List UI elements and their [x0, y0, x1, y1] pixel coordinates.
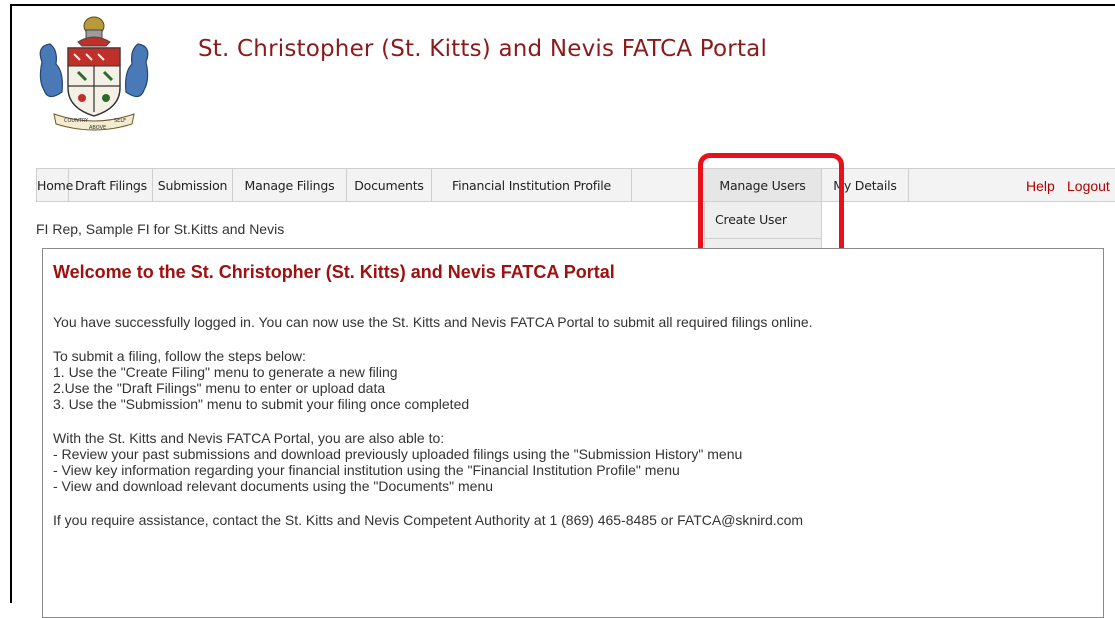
dropdown-create-user[interactable]: Create User	[705, 202, 821, 238]
welcome-intro: You have successfully logged in. You can…	[53, 314, 813, 330]
feature-item: - View and download relevant documents u…	[53, 478, 494, 494]
page-frame: COUNTRY ABOVE SELF St. Christopher (St. …	[10, 4, 1115, 618]
menu-draft-filings[interactable]: Draft Filings	[70, 169, 153, 201]
steps-heading: To submit a filing, follow the steps bel…	[53, 348, 306, 364]
welcome-body: You have successfully logged in. You can…	[53, 314, 1093, 528]
step-item: 1. Use the "Create Filing" menu to gener…	[53, 364, 398, 380]
features-heading: With the St. Kitts and Nevis FATCA Porta…	[53, 430, 445, 446]
step-item: 2.Use the "Draft Filings" menu to enter …	[53, 380, 386, 396]
welcome-panel: Welcome to the St. Christopher (St. Kitt…	[42, 248, 1104, 618]
feature-item: - View key information regarding your fi…	[53, 462, 680, 478]
menu-documents[interactable]: Documents	[347, 169, 432, 201]
feature-item: - Review your past submissions and downl…	[53, 446, 743, 462]
menu-home[interactable]: Home	[36, 169, 73, 201]
logout-link[interactable]: Logout	[1067, 169, 1110, 201]
logged-in-user-line: FI Rep, Sample FI for St.Kitts and Nevis	[36, 221, 285, 237]
svg-text:SELF: SELF	[114, 118, 126, 124]
menu-my-details[interactable]: My Details	[822, 169, 909, 201]
help-link[interactable]: Help	[1026, 169, 1055, 201]
menu-manage-users[interactable]: Manage Users	[704, 169, 822, 201]
assistance-text: If you require assistance, contact the S…	[53, 512, 804, 528]
svg-text:COUNTRY: COUNTRY	[64, 118, 89, 124]
site-title: St. Christopher (St. Kitts) and Nevis FA…	[198, 36, 768, 62]
step-item: 3. Use the "Submission" menu to submit y…	[53, 396, 470, 412]
menu-submission[interactable]: Submission	[153, 169, 233, 201]
svg-text:ABOVE: ABOVE	[89, 125, 106, 131]
menu-manage-filings[interactable]: Manage Filings	[233, 169, 347, 201]
welcome-title: Welcome to the St. Christopher (St. Kitt…	[53, 262, 615, 282]
main-menu-bar: Home Draft Filings Submission Manage Fil…	[36, 168, 1115, 202]
menu-financial-institution-profile[interactable]: Financial Institution Profile	[432, 169, 632, 201]
coat-of-arms-logo: COUNTRY ABOVE SELF	[39, 16, 149, 131]
